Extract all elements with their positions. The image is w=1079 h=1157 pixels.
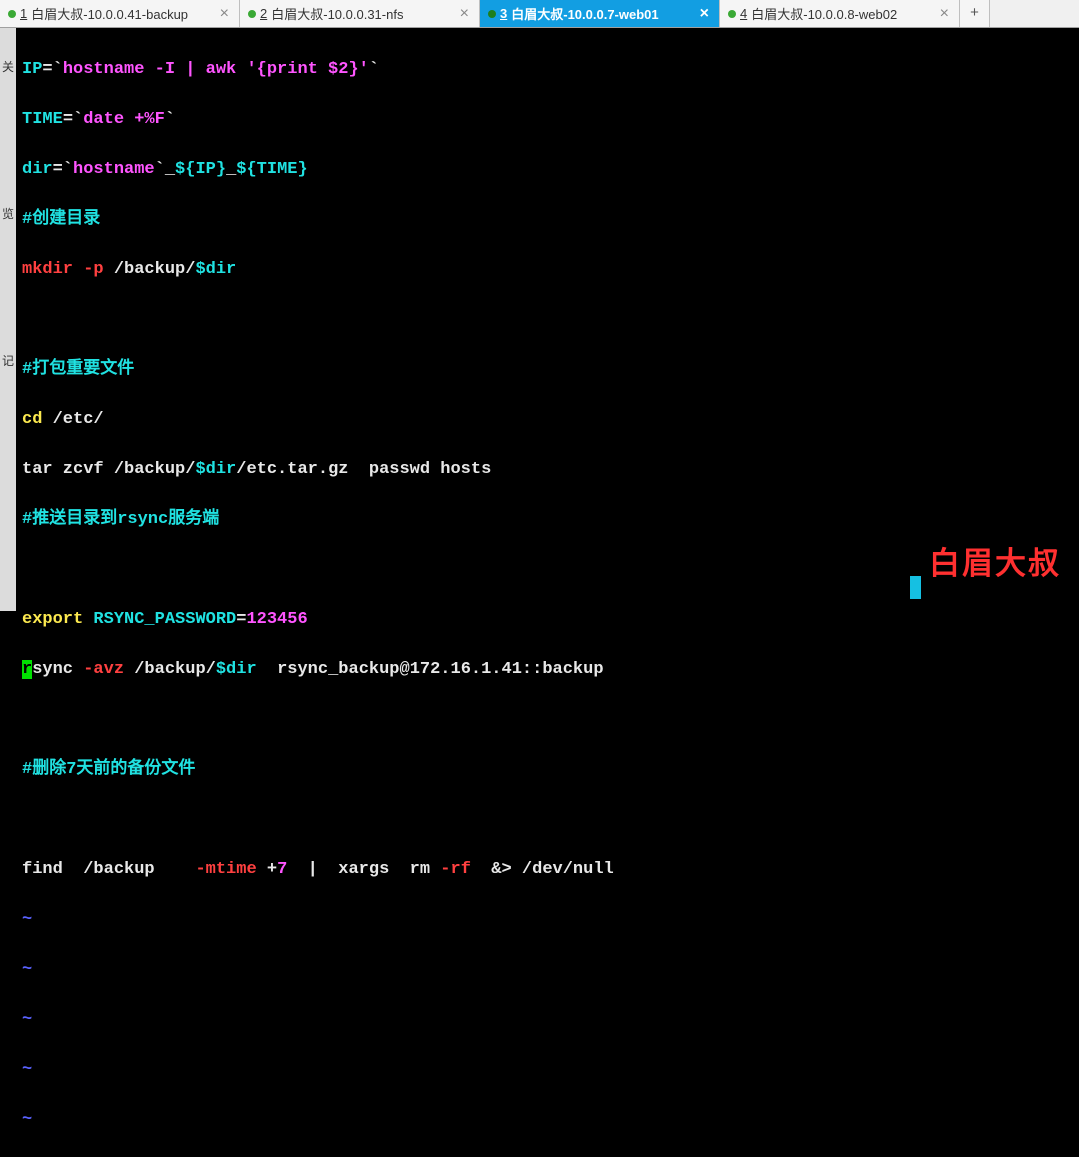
- code-var: ${IP}: [175, 160, 226, 179]
- status-dot-icon: [728, 10, 736, 18]
- new-tab-button[interactable]: +: [960, 0, 990, 27]
- vim-tilde: ~: [22, 957, 1073, 982]
- code-text: +: [257, 860, 277, 879]
- code-comment: #打包重要文件: [22, 360, 134, 379]
- code-var: $dir: [216, 660, 257, 679]
- tab-1[interactable]: 1 白眉大叔-10.0.0.41-backup ×: [0, 0, 240, 27]
- code-text: | xargs rm: [287, 860, 440, 879]
- code-text: /backup/: [114, 260, 196, 279]
- status-dot-icon: [248, 10, 256, 18]
- code-var: TIME: [22, 110, 63, 129]
- code-text: =`: [42, 60, 62, 79]
- code-text: =`: [53, 160, 73, 179]
- close-icon[interactable]: ×: [938, 5, 951, 23]
- code-text: =: [236, 610, 246, 629]
- vim-tilde: ~: [22, 1057, 1073, 1082]
- code-text: /etc.tar.gz passwd hosts: [236, 460, 491, 479]
- watermark: 白眉大叔: [929, 538, 1061, 583]
- tab-label: 白眉大叔-10.0.0.8-web02: [751, 4, 897, 23]
- status-dot-icon: [8, 10, 16, 18]
- code-var: dir: [22, 160, 53, 179]
- code-text: /backup/: [124, 660, 216, 679]
- code-val: 123456: [246, 610, 307, 629]
- code-var: $dir: [195, 260, 236, 279]
- code-var: ${TIME}: [236, 160, 307, 179]
- tab-number: 2: [260, 6, 267, 21]
- code-cmd: mkdir -p: [22, 260, 114, 279]
- code-text: rsync_backup@172.16.1.41::backup: [257, 660, 604, 679]
- code-comment: #创建目录: [22, 210, 100, 229]
- code-text: _: [165, 160, 175, 179]
- cursor-char: r: [22, 660, 32, 679]
- tab-number: 3: [500, 6, 507, 21]
- tab-label: 白眉大叔-10.0.0.31-nfs: [271, 4, 403, 23]
- code-cmd: export: [22, 610, 93, 629]
- vim-tilde: ~: [22, 1007, 1073, 1032]
- close-icon[interactable]: ×: [698, 5, 711, 23]
- close-icon[interactable]: ×: [458, 5, 471, 23]
- code-var: RSYNC_PASSWORD: [93, 610, 236, 629]
- tab-bar: 1 白眉大叔-10.0.0.41-backup × 2 白眉大叔-10.0.0.…: [0, 0, 1079, 28]
- code-text: `: [155, 160, 165, 179]
- code-cmd: cd: [22, 410, 53, 429]
- tab-2[interactable]: 2 白眉大叔-10.0.0.31-nfs ×: [240, 0, 480, 27]
- code-flag: -mtime: [195, 860, 256, 879]
- code-cmd: hostname: [73, 160, 155, 179]
- code-cmd: date +%F: [83, 110, 165, 129]
- sidebar-char[interactable]: 记: [2, 352, 14, 369]
- code-val: 7: [277, 860, 287, 879]
- code-text: sync: [32, 660, 83, 679]
- code-text: `: [165, 110, 175, 129]
- code-flag: -avz: [83, 660, 124, 679]
- terminal[interactable]: IP=`hostname -I | awk '{print $2}'` TIME…: [16, 28, 1079, 611]
- tab-number: 4: [740, 6, 747, 21]
- tab-label: 白眉大叔-10.0.0.41-backup: [31, 4, 188, 23]
- code-text: tar zcvf /backup/: [22, 460, 195, 479]
- code-text: =`: [63, 110, 83, 129]
- code-flag: -rf: [440, 860, 471, 879]
- close-icon[interactable]: ×: [218, 5, 231, 23]
- terminal-cursor-icon: [910, 576, 921, 599]
- vim-tilde: ~: [22, 1107, 1073, 1132]
- tab-4[interactable]: 4 白眉大叔-10.0.0.8-web02 ×: [720, 0, 960, 27]
- code-cmd: hostname -I | awk '{print $2}': [63, 60, 369, 79]
- code-text: find /backup: [22, 860, 195, 879]
- code-comment: #推送目录到rsync服务端: [22, 510, 219, 529]
- tab-3[interactable]: 3 白眉大叔-10.0.0.7-web01 ×: [480, 0, 720, 27]
- code-text: `: [369, 60, 379, 79]
- code-comment: #删除7天前的备份文件: [22, 760, 195, 779]
- code-text: /etc/: [53, 410, 104, 429]
- sidebar-left: 关 览 记: [0, 28, 16, 611]
- code-text: &> /dev/null: [471, 860, 614, 879]
- sidebar-char[interactable]: 关: [2, 58, 14, 75]
- sidebar-char[interactable]: 览: [2, 205, 14, 222]
- code-var: $dir: [195, 460, 236, 479]
- code-text: _: [226, 160, 236, 179]
- tab-number: 1: [20, 6, 27, 21]
- code-var: IP: [22, 60, 42, 79]
- vim-tilde: ~: [22, 907, 1073, 932]
- status-dot-icon: [488, 10, 496, 18]
- tab-label: 白眉大叔-10.0.0.7-web01: [511, 4, 658, 23]
